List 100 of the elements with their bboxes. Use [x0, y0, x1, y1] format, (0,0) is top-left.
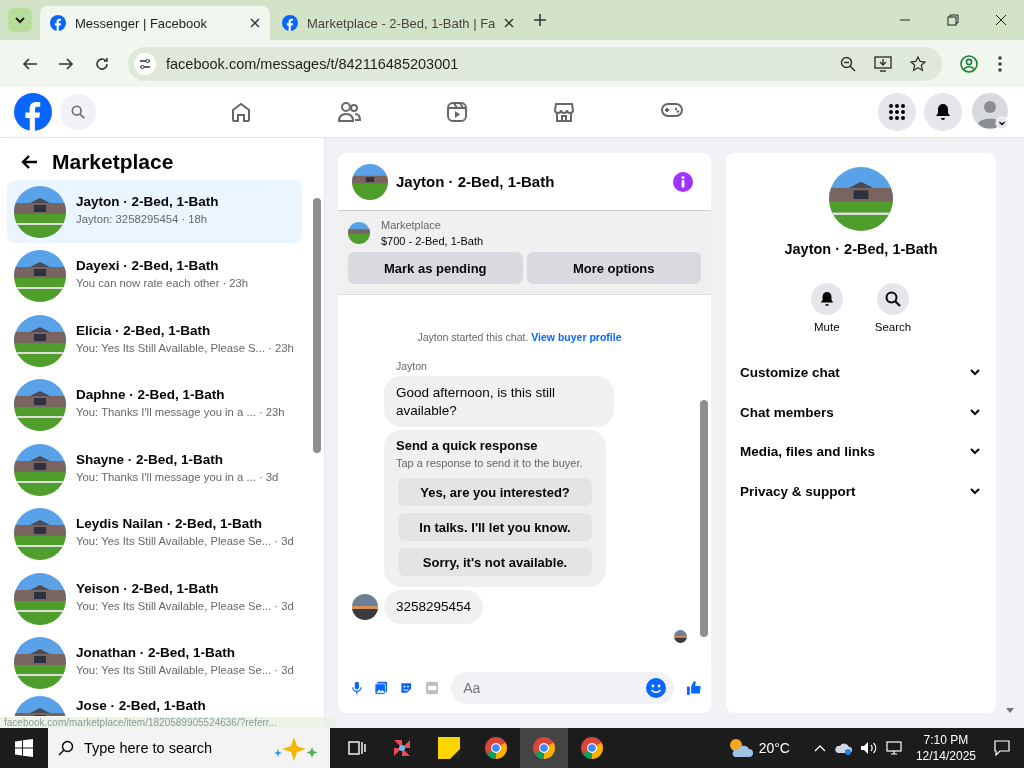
zoom-out-icon[interactable]: [840, 55, 856, 72]
home-icon[interactable]: [230, 101, 252, 123]
conversation-item[interactable]: Jonathan · 2-Bed, 1-Bath You: Yes Its Still Available, Please Se... · 3d: [7, 631, 302, 695]
house-photo: [348, 222, 370, 244]
close-icon[interactable]: [504, 18, 515, 28]
buyer-profile-link[interactable]: View buyer profile: [531, 331, 622, 343]
conversation-title: Shayne · 2-Bed, 1-Bath: [76, 451, 225, 467]
conversation-item[interactable]: Jayton · 2-Bed, 1-Bath Jayton: 3258295454 · 18h: [7, 180, 302, 243]
listing-action-button[interactable]: More options: [526, 252, 701, 284]
conversation-item[interactable]: Elicia · 2-Bed, 1-Bath You: Yes Its Still Available, Please S... · 23h: [7, 309, 302, 372]
browser-app-icon[interactable]: [484, 736, 508, 760]
conversation-item[interactable]: Yeison · 2-Bed, 1-Bath You: Yes Its Still Available, Please Se... · 3d: [7, 567, 302, 630]
game-controller-icon[interactable]: [660, 101, 684, 119]
house-photo: [14, 185, 66, 238]
chevron-down-icon: [15, 15, 25, 25]
chat-title: Jayton · 2-Bed, 1-Bath: [396, 173, 555, 190]
menu-icon[interactable]: [998, 55, 1002, 72]
browser-tab[interactable]: Marketplace - 2-Bed, 1-Bath | Fa: [272, 6, 525, 40]
message-preview: You: Yes Its Still Available, Please Se...: [76, 599, 272, 612]
thumbs-up-icon[interactable]: [687, 678, 701, 698]
tab-title: Marketplace - 2-Bed, 1-Bath | Fa: [307, 15, 496, 31]
taskbar-search-field[interactable]: Type here to search: [48, 728, 330, 768]
tab-list-button[interactable]: [8, 8, 32, 32]
volume-icon[interactable]: [859, 741, 878, 755]
friends-icon[interactable]: [337, 101, 361, 123]
action-label: Search: [874, 321, 912, 333]
chevron-down-icon: [970, 448, 980, 456]
cloud-icon[interactable]: [833, 741, 852, 755]
facebook-logo-icon: [282, 15, 298, 31]
message-time: · 3d: [274, 599, 294, 612]
browser-app-icon[interactable]: [580, 736, 604, 760]
message-time: · 18h: [181, 212, 208, 225]
quick-response-button[interactable]: Sorry, it's not available.: [398, 548, 592, 577]
status-url-tooltip: facebook.com/marketplace/item/1820589905524636/?referr...: [0, 717, 336, 728]
account-avatar-icon[interactable]: [972, 93, 1010, 131]
message-input-field[interactable]: Aa: [461, 679, 647, 697]
back-arrow-icon[interactable]: [20, 154, 38, 170]
message-preview: You: Yes Its Still Available, Please S...: [76, 341, 266, 354]
search-button[interactable]: [877, 283, 909, 315]
message-preview: You can now rate each other: [76, 277, 220, 289]
video-icon[interactable]: [446, 101, 468, 123]
mute-button[interactable]: [810, 283, 843, 315]
image-icon[interactable]: [374, 679, 388, 697]
task-view-icon[interactable]: [348, 740, 366, 756]
conversation-title: Daphne · 2-Bed, 1-Bath: [76, 387, 226, 402]
clock[interactable]: 7:10 PM 12/14/2025: [915, 731, 976, 765]
notification-icon[interactable]: [994, 740, 1010, 756]
profile-icon[interactable]: [960, 54, 978, 73]
bookmark-star-icon[interactable]: [910, 55, 926, 72]
listing-action-button[interactable]: Mark as pending: [348, 252, 523, 284]
new-tab-icon[interactable]: [534, 14, 547, 26]
apps-menu-button[interactable]: [878, 93, 916, 131]
bell-icon: [818, 291, 835, 307]
monitor-icon[interactable]: [885, 741, 902, 755]
chevron-up-icon[interactable]: [813, 744, 826, 752]
microphone-icon[interactable]: [352, 679, 362, 697]
forward-icon[interactable]: [58, 55, 74, 72]
message-field[interactable]: Aa: [451, 672, 675, 704]
notifications-button[interactable]: [924, 93, 962, 131]
install-app-icon[interactable]: [874, 55, 892, 72]
message-time: · 23h: [258, 406, 285, 418]
chevron-down-icon: [970, 487, 980, 495]
collapsible-section[interactable]: Media, files and links: [726, 432, 996, 472]
house-photo: [14, 250, 66, 302]
conversation-item[interactable]: Shayne · 2-Bed, 1-Bath You: Thanks I'll message you in a ... · 3d: [7, 438, 302, 501]
sticky-notes-icon[interactable]: [438, 737, 460, 759]
conversation-title: Jonathan · 2-Bed, 1-Bath: [76, 645, 236, 660]
conversation-item[interactable]: Dayexi · 2-Bed, 1-Bath You can now rate each other · 23h: [7, 244, 302, 308]
search-icon: [58, 740, 74, 756]
collapsible-section[interactable]: Privacy & support: [726, 471, 996, 511]
close-icon[interactable]: [250, 18, 260, 28]
temperature[interactable]: 20°C: [758, 740, 790, 756]
message-preview: You: Yes Its Still Available, Please Se...: [76, 535, 272, 547]
windows-start-icon[interactable]: [15, 739, 33, 757]
message-preview: You: Yes Its Still Available, Please Se...: [76, 664, 272, 676]
back-icon[interactable]: [22, 55, 38, 72]
message-preview: You: Thanks I'll message you in a ...: [76, 406, 256, 418]
conversation-item[interactable]: Daphne · 2-Bed, 1-Bath You: Thanks I'll message you in a ... · 23h: [7, 373, 302, 437]
restore-icon[interactable]: [947, 14, 959, 26]
address-field[interactable]: facebook.com/messages/t/842116485203001: [128, 46, 942, 81]
facebook-logo-icon[interactable]: [14, 93, 52, 131]
scroll-down-arrow-icon[interactable]: [1006, 708, 1014, 713]
conversation-item[interactable]: Leydis Nailan · 2-Bed, 1-Bath You: Yes Its Still Available, Please Se... · 3d: [7, 502, 302, 566]
quick-response-button[interactable]: In talks. I'll let you know.: [398, 513, 592, 542]
conversation-title: Elicia · 2-Bed, 1-Bath: [76, 322, 212, 338]
collapsible-section[interactable]: Chat members: [726, 392, 996, 432]
collapsible-section[interactable]: Customize chat: [726, 353, 996, 393]
reload-icon[interactable]: [94, 55, 110, 72]
quick-response-button[interactable]: Yes, are you interested?: [398, 478, 592, 507]
site-settings-icon[interactable]: [134, 52, 156, 75]
info-icon[interactable]: [673, 171, 693, 192]
store-icon[interactable]: [553, 101, 575, 123]
message-time: · 3d: [258, 470, 279, 483]
emoji-icon[interactable]: [646, 678, 667, 698]
listing-source: Marketplace: [381, 219, 442, 231]
quick-response-hint: Tap a response to send it to the buyer.: [396, 457, 584, 470]
browser-tab[interactable]: Messenger | Facebook: [40, 6, 270, 40]
facebook-logo-icon: [50, 15, 66, 31]
close-icon[interactable]: [995, 14, 1007, 26]
message-time: · 3d: [274, 535, 294, 547]
